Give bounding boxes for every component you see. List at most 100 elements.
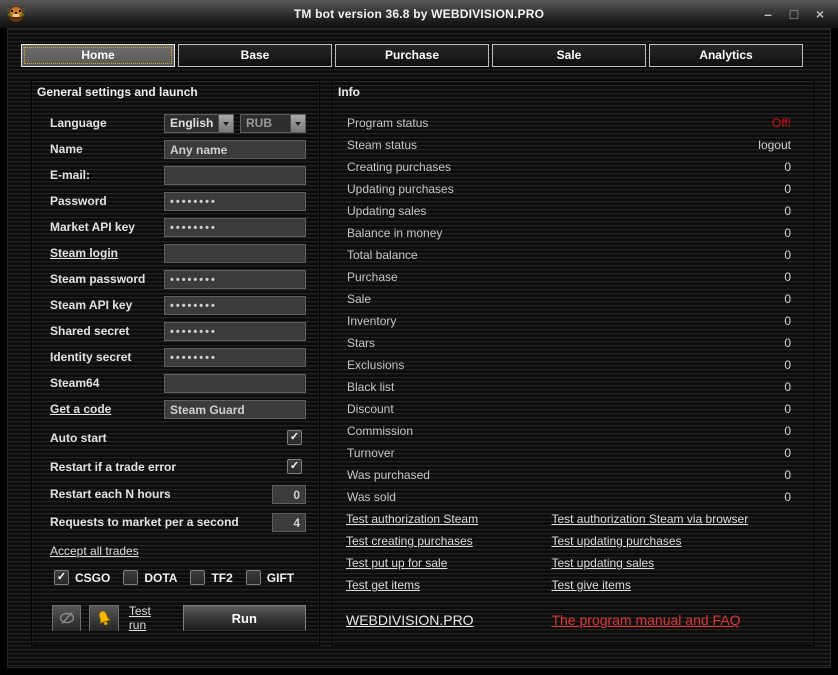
password-label: Password [50, 194, 107, 208]
test-links: Test authorization Steam Test authorizat… [346, 508, 803, 596]
restart-trade-error-row: Restart if a trade error ✓ [50, 458, 306, 477]
tab-analytics[interactable]: Analytics [649, 44, 803, 67]
close-button[interactable]: × [812, 6, 828, 22]
name-row: Name [50, 140, 306, 159]
minimize-button[interactable]: – [760, 6, 776, 22]
get-a-code-link[interactable]: Get a code [50, 400, 111, 419]
info-row-program-status: Program status Off! [334, 112, 812, 134]
steam-guard-code-input[interactable] [164, 400, 306, 419]
info-row: Total balance 0 [347, 248, 791, 262]
email-input[interactable] [164, 166, 306, 185]
test-updating-sales-link[interactable]: Test updating sales [551, 556, 654, 570]
steam-api-key-row: Steam API key [50, 296, 306, 315]
language-row: Language English RUB [50, 114, 306, 133]
csgo-checkbox[interactable]: ✓ [54, 570, 69, 585]
info-title: Info [338, 85, 360, 99]
gift-option: GIFT [245, 570, 295, 585]
client-area: Home Base Purchase Sale Analytics Genera… [7, 28, 831, 668]
shared-secret-row: Shared secret [50, 322, 306, 341]
auto-start-label: Auto start [50, 431, 107, 445]
tab-purchase[interactable]: Purchase [335, 44, 489, 67]
test-run-link[interactable]: Test run [129, 604, 171, 632]
steam-login-row: Steam login [50, 244, 306, 263]
test-give-items-link[interactable]: Test give items [551, 578, 630, 592]
test-updating-purchases-link[interactable]: Test updating purchases [551, 534, 681, 548]
info-row: Creating purchases 0 [347, 160, 791, 174]
test-put-up-for-sale-link[interactable]: Test put up for sale [346, 552, 547, 574]
email-label: E-mail: [50, 168, 91, 182]
name-input[interactable] [164, 140, 306, 159]
requests-per-second-input[interactable] [272, 513, 306, 532]
program-status-value: Off! [771, 116, 791, 130]
info-row-steam-status: Steam status logout [334, 134, 812, 156]
identity-secret-label: Identity secret [50, 350, 132, 364]
requests-per-second-row: Requests to market per a second [50, 513, 306, 532]
market-api-key-label: Market API key [50, 220, 135, 234]
title-bar[interactable]: TM bot version 36.8 by WEBDIVISION.PRO –… [0, 0, 838, 28]
steam-password-row: Steam password [50, 270, 306, 289]
game-filters-row: ✓ CSGO DOTA TF2 GIFT [50, 568, 306, 587]
info-row: Was purchased 0 [347, 468, 791, 482]
language-select[interactable]: English [164, 114, 234, 133]
steam-login-link[interactable]: Steam login [50, 244, 118, 263]
password-row: Password [50, 192, 306, 211]
password-input[interactable] [164, 192, 306, 211]
steam-status-value: logout [758, 138, 791, 152]
auto-start-row: Auto start ✓ [50, 429, 306, 448]
info-row: Updating purchases 0 [347, 182, 791, 196]
csgo-label: CSGO [75, 570, 111, 585]
run-button[interactable]: Run [182, 605, 306, 631]
auto-start-checkbox[interactable]: ✓ [287, 430, 302, 445]
language-label: Language [50, 116, 107, 130]
info-row: Black list 0 [347, 380, 791, 394]
steam64-input[interactable] [164, 374, 306, 393]
info-row: Inventory 0 [347, 314, 791, 328]
tab-home[interactable]: Home [21, 44, 175, 67]
gift-checkbox[interactable] [245, 570, 261, 585]
currency-select[interactable]: RUB [240, 114, 306, 133]
hide-password-button[interactable] [52, 605, 82, 631]
manual-faq-link[interactable]: The program manual and FAQ [551, 612, 740, 628]
steam-login-input[interactable] [164, 244, 306, 263]
email-row: E-mail: [50, 166, 306, 185]
restart-hours-input[interactable] [272, 485, 306, 504]
bell-icon [98, 610, 112, 625]
test-get-items-link[interactable]: Test get items [346, 574, 547, 596]
steam-password-input[interactable] [164, 270, 306, 289]
test-creating-purchases-link[interactable]: Test creating purchases [346, 530, 547, 552]
steam-api-key-label: Steam API key [50, 298, 133, 312]
footer-links: WEBDIVISION.PRO The program manual and F… [346, 612, 803, 630]
language-value: English [170, 116, 214, 130]
tf2-checkbox[interactable] [190, 570, 206, 585]
maximize-button[interactable]: □ [786, 6, 802, 22]
shared-secret-input[interactable] [164, 322, 306, 341]
tab-base[interactable]: Base [178, 44, 332, 67]
identity-secret-input[interactable] [164, 348, 306, 367]
notification-bell-button[interactable] [89, 605, 119, 631]
chevron-down-icon[interactable] [218, 115, 233, 132]
name-label: Name [50, 142, 83, 156]
steam64-label: Steam64 [50, 376, 100, 390]
test-authorization-browser-link[interactable]: Test authorization Steam via browser [551, 512, 748, 526]
tf2-label: TF2 [211, 570, 233, 585]
tf2-option: TF2 [190, 570, 233, 585]
test-authorization-steam-link[interactable]: Test authorization Steam [346, 508, 547, 530]
market-api-key-input[interactable] [164, 218, 306, 237]
dota-label: DOTA [144, 570, 178, 585]
identity-secret-row: Identity secret [50, 348, 306, 367]
tab-sale[interactable]: Sale [492, 44, 646, 67]
accept-all-trades-link[interactable]: Accept all trades [50, 544, 139, 558]
dota-checkbox[interactable] [123, 570, 139, 585]
gift-label: GIFT [266, 570, 295, 585]
steam-password-label: Steam password [50, 272, 146, 286]
webdivision-link[interactable]: WEBDIVISION.PRO [346, 612, 547, 628]
eye-slash-icon [59, 612, 74, 624]
steam-api-key-input[interactable] [164, 296, 306, 315]
restart-trade-error-checkbox[interactable]: ✓ [287, 459, 302, 474]
info-panel: Info Program status Off! Steam status lo… [332, 80, 814, 646]
general-settings-panel: General settings and launch Language Eng… [31, 80, 320, 646]
shared-secret-label: Shared secret [50, 324, 130, 338]
dota-option: DOTA [123, 570, 177, 585]
info-row: Exclusions 0 [347, 358, 791, 372]
chevron-down-icon[interactable] [290, 115, 305, 132]
